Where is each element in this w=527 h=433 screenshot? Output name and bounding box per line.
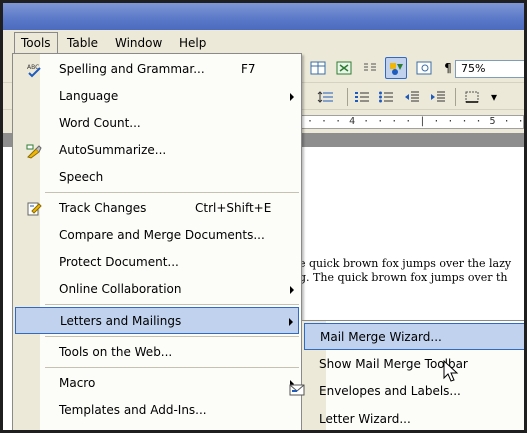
menu-separator	[45, 192, 299, 193]
submenu-item-mail-merge-wizard[interactable]: Mail Merge Wizard...	[304, 323, 524, 350]
insert-excel-icon[interactable]	[333, 57, 355, 79]
menu-separator	[45, 336, 299, 337]
menu-help[interactable]: Help	[173, 34, 212, 52]
columns-icon[interactable]	[359, 57, 381, 79]
ruler-scale: · · · 4 · · · · | · · · · 5 · · · · | · …	[300, 115, 524, 129]
application-window: Tools Table Window Help ¶ 75% ▾ · · · 4 …	[0, 0, 527, 433]
menu-item-protect-document[interactable]: Protect Document...	[13, 249, 301, 276]
bullets-icon[interactable]	[375, 86, 397, 108]
document-map-icon[interactable]	[413, 57, 435, 79]
menu-item-templates-addins[interactable]: Templates and Add-Ins...	[13, 397, 301, 424]
autosummarize-icon	[26, 143, 42, 159]
title-bar	[3, 3, 524, 30]
envelope-icon	[289, 383, 305, 399]
menu-item-tools-on-web[interactable]: Tools on the Web...	[13, 339, 301, 366]
menu-item-letters-mailings[interactable]: Letters and Mailings	[15, 307, 299, 334]
spelling-icon: ABC	[26, 62, 42, 78]
menu-table[interactable]: Table	[61, 34, 104, 52]
submenu-arrow-icon	[290, 93, 294, 101]
menu-window[interactable]: Window	[109, 34, 168, 52]
menu-item-online-collaboration[interactable]: Online Collaboration	[13, 276, 301, 303]
letters-mailings-submenu: Mail Merge Wizard... Show Mail Merge Too…	[289, 320, 524, 430]
document-text-line: e quick brown fox jumps over the lazy	[299, 257, 512, 270]
chevron-down-icon[interactable]: ▾	[483, 86, 505, 108]
submenu-arrow-icon	[290, 286, 294, 294]
numbering-icon[interactable]	[351, 86, 373, 108]
tools-menu: ABC Spelling and Grammar... F7 Language …	[12, 53, 302, 430]
menu-item-word-count[interactable]: Word Count...	[13, 110, 301, 137]
mouse-pointer-icon	[443, 360, 459, 382]
drawing-icon[interactable]	[385, 57, 407, 79]
submenu-item-envelopes-labels[interactable]: Envelopes and Labels...	[289, 378, 524, 405]
menu-item-macro[interactable]: Macro	[13, 370, 301, 397]
menu-item-compare-merge[interactable]: Compare and Merge Documents...	[13, 222, 301, 249]
menu-item-track-changes[interactable]: Track Changes Ctrl+Shift+E	[13, 195, 301, 222]
submenu-item-show-mail-merge-toolbar[interactable]: Show Mail Merge Toolbar	[302, 351, 524, 378]
menu-item-autosummarize[interactable]: AutoSummarize...	[13, 137, 301, 164]
decrease-indent-icon[interactable]	[401, 86, 423, 108]
menu-tools[interactable]: Tools	[14, 32, 58, 54]
menu-separator	[45, 304, 299, 305]
menu-item-language[interactable]: Language	[13, 83, 301, 110]
borders-icon[interactable]	[461, 86, 483, 108]
menu-bar: Tools Table Window Help	[3, 30, 524, 54]
submenu-item-letter-wizard[interactable]: Letter Wizard...	[302, 406, 524, 430]
increase-indent-icon[interactable]	[427, 86, 449, 108]
menu-separator	[45, 367, 299, 368]
track-changes-icon	[26, 201, 42, 217]
menu-item-speech[interactable]: Speech	[13, 164, 301, 191]
zoom-field[interactable]: 75%	[455, 60, 524, 78]
menu-item-spelling-grammar[interactable]: ABC Spelling and Grammar... F7	[13, 56, 301, 83]
submenu-arrow-icon	[289, 318, 293, 326]
line-spacing-icon[interactable]	[315, 86, 337, 108]
document-text-line: g. The quick brown fox jumps over th	[299, 271, 508, 284]
table-icon[interactable]	[307, 57, 329, 79]
